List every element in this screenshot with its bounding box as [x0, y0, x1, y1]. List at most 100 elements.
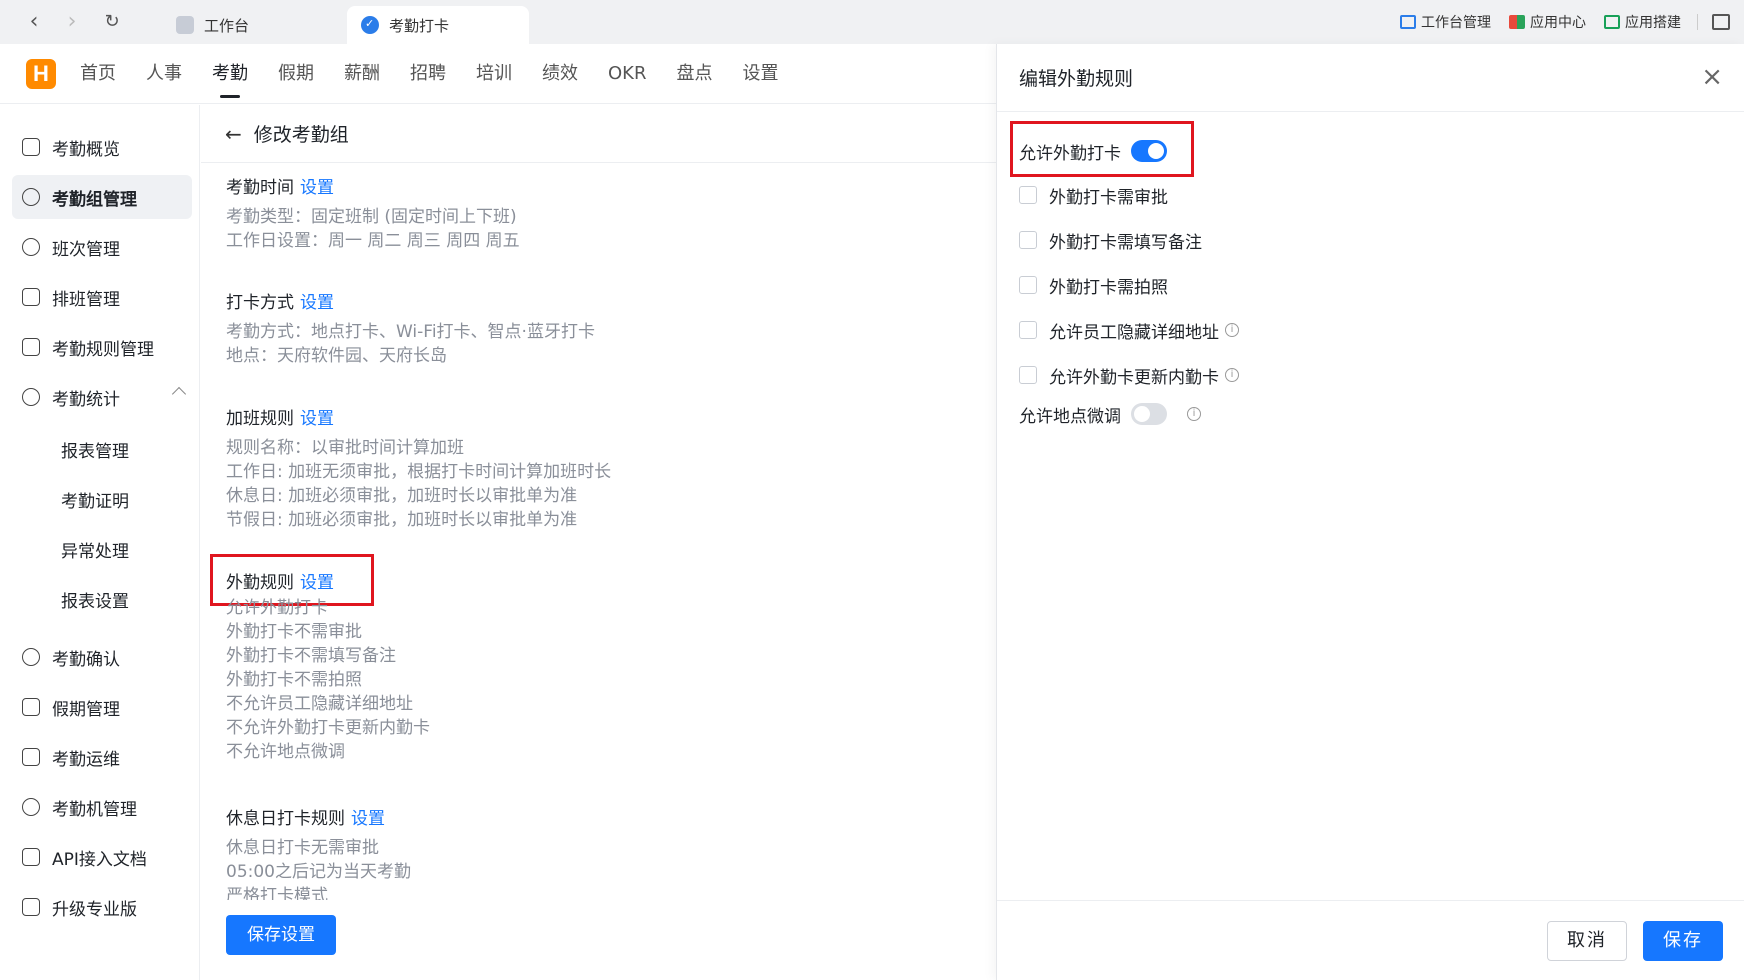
forward-icon[interactable]: › — [60, 10, 84, 34]
chevron-up-icon — [171, 386, 187, 402]
overtime-rule-settings-link[interactable]: 设置 — [300, 404, 334, 429]
tab-label: 工作台 — [204, 16, 250, 35]
reload-icon[interactable]: ↻ — [100, 10, 124, 34]
section-line: 严格打卡模式 — [226, 886, 328, 900]
nav-hr[interactable]: 人事 — [146, 44, 182, 104]
attendance-time-settings-link[interactable]: 设置 — [300, 173, 334, 198]
drawer-footer: 取消 保存 — [997, 900, 1744, 980]
user-icon — [22, 188, 40, 206]
section-overtime-rule: 加班规则 设置 规则名称：以审批时间计算加班 工作日: 加班无须审批，根据打卡时… — [226, 402, 611, 532]
sidebar-sub-report-manage[interactable]: 报表管理 — [61, 437, 129, 467]
info-icon[interactable]: i — [1225, 323, 1239, 337]
section-line: 考勤方式：地点打卡、Wi-Fi打卡、智点·蓝牙打卡 — [226, 322, 595, 342]
option-label: 允许员工隐藏详细地址 — [1049, 322, 1219, 343]
top-nav: 首页 人事 考勤 假期 薪酬 招聘 培训 绩效 OKR 盘点 设置 — [80, 44, 808, 104]
allow-field-checkin-toggle[interactable] — [1131, 140, 1167, 162]
info-icon[interactable]: i — [1187, 407, 1201, 421]
nav-inventory[interactable]: 盘点 — [676, 44, 712, 104]
open-external-icon[interactable] — [1712, 14, 1730, 30]
nav-settings[interactable]: 设置 — [742, 44, 778, 104]
sidebar-item-api-docs[interactable]: API接入文档 — [12, 835, 192, 879]
drawer-header: 编辑外勤规则 × — [997, 44, 1744, 112]
info-icon[interactable]: i — [1225, 368, 1239, 382]
nav-home[interactable]: 首页 — [80, 44, 116, 104]
section-line: 节假日: 加班必须审批，加班时长以审批单为准 — [226, 510, 578, 530]
section-attendance-time: 考勤时间 设置 考勤类型：固定班制 (固定时间上下班) 工作日设置：周一 周二 … — [226, 171, 520, 253]
sidebar-sub-attendance-proof[interactable]: 考勤证明 — [61, 487, 129, 517]
require-approval-checkbox[interactable] — [1019, 186, 1037, 204]
nav-recruit[interactable]: 招聘 — [410, 44, 446, 104]
user-check-icon — [22, 648, 40, 666]
option-update-internal[interactable]: 允许外勤卡更新内勤卡 i — [1019, 360, 1239, 390]
section-line: 外勤打卡不需拍照 — [226, 670, 362, 690]
option-hide-address[interactable]: 允许员工隐藏详细地址 i — [1019, 315, 1239, 345]
require-photo-checkbox[interactable] — [1019, 276, 1037, 294]
section-line: 地点：天府软件园、天府长岛 — [226, 346, 447, 366]
section-title: 打卡方式 — [226, 292, 294, 313]
sidebar-item-schedule-manage[interactable]: 排班管理 — [12, 275, 192, 319]
document-settings-icon — [22, 338, 40, 356]
nav-performance[interactable]: 绩效 — [542, 44, 578, 104]
umbrella-icon — [22, 698, 40, 716]
monitor-icon — [1400, 15, 1416, 29]
update-internal-checkbox[interactable] — [1019, 366, 1037, 384]
workbench-icon — [176, 16, 194, 34]
allow-field-checkin-row: 允许外勤打卡 — [1019, 136, 1167, 166]
option-require-photo[interactable]: 外勤打卡需拍照 — [1019, 270, 1168, 300]
tab-checkin[interactable]: 考勤打卡 — [347, 6, 529, 44]
sidebar-sub-report-settings[interactable]: 报表设置 — [61, 587, 129, 617]
sidebar-item-operations[interactable]: 考勤运维 — [12, 735, 192, 779]
save-button[interactable]: 保存 — [1643, 921, 1723, 961]
sidebar-item-device-manage[interactable]: 考勤机管理 — [12, 785, 192, 829]
monitor-pulse-icon — [22, 748, 40, 766]
save-settings-button[interactable]: 保存设置 — [226, 915, 336, 955]
cancel-button[interactable]: 取消 — [1547, 921, 1627, 961]
workbench-manage-link[interactable]: 工作台管理 — [1400, 12, 1491, 32]
app-center-link[interactable]: 应用中心 — [1509, 12, 1586, 32]
close-icon[interactable]: × — [1701, 64, 1723, 90]
sidebar-sub-exception-handle[interactable]: 异常处理 — [61, 537, 129, 567]
section-line: 外勤打卡不需填写备注 — [226, 646, 396, 666]
option-label: 外勤打卡需审批 — [1049, 187, 1168, 208]
sidebar-item-group-manage[interactable]: 考勤组管理 — [12, 175, 192, 219]
nav-leave[interactable]: 假期 — [278, 44, 314, 104]
section-title: 外勤规则 — [226, 572, 294, 593]
sidebar-item-leave-manage[interactable]: 假期管理 — [12, 685, 192, 729]
field-rule-settings-link[interactable]: 设置 — [300, 568, 334, 593]
app-builder-link[interactable]: 应用搭建 — [1604, 12, 1681, 32]
section-line: 05:00之后记为当天考勤 — [226, 862, 411, 882]
app-header: H 首页 人事 考勤 假期 薪酬 招聘 培训 绩效 OKR 盘点 设置 — [0, 44, 996, 104]
sidebar-item-statistics[interactable]: 考勤统计 — [12, 375, 192, 419]
section-title: 休息日打卡规则 — [226, 808, 345, 829]
nav-training[interactable]: 培训 — [476, 44, 512, 104]
back-icon[interactable]: ‹ — [22, 10, 46, 34]
section-line: 休息日: 加班必须审批，加班时长以审批单为准 — [226, 486, 578, 506]
back-arrow-icon[interactable]: ← — [225, 122, 242, 146]
rest-day-rule-settings-link[interactable]: 设置 — [351, 804, 385, 829]
sidebar-item-overview[interactable]: 考勤概览 — [12, 125, 192, 169]
hide-address-checkbox[interactable] — [1019, 321, 1037, 339]
option-require-remark[interactable]: 外勤打卡需填写备注 — [1019, 225, 1202, 255]
top-right-links: 工作台管理 应用中心 应用搭建 — [1382, 12, 1730, 32]
tab-workbench[interactable]: 工作台 — [170, 6, 340, 44]
sidebar-item-confirm[interactable]: 考勤确认 — [12, 635, 192, 679]
section-rest-day-rule: 休息日打卡规则 设置 休息日打卡无需审批 05:00之后记为当天考勤 严格打卡模… — [226, 802, 411, 901]
nav-attendance[interactable]: 考勤 — [212, 44, 248, 104]
sidebar-item-rule-manage[interactable]: 考勤规则管理 — [12, 325, 192, 369]
main-content: ← 修改考勤组 考勤时间 设置 考勤类型：固定班制 (固定时间上下班) 工作日设… — [201, 105, 996, 980]
sidebar: 考勤概览 考勤组管理 班次管理 排班管理 考勤规则管理 考勤统计 报表管理 考勤… — [0, 105, 200, 980]
section-line: 不允许员工隐藏详细地址 — [226, 694, 413, 714]
calendar-icon — [22, 288, 40, 306]
sidebar-item-shift-manage[interactable]: 班次管理 — [12, 225, 192, 269]
allow-location-adjust-toggle[interactable] — [1131, 403, 1167, 425]
require-remark-checkbox[interactable] — [1019, 231, 1037, 249]
browser-tab-bar: ‹ › ↻ 工作台 考勤打卡 工作台管理 应用中心 应用搭建 — [0, 0, 1744, 44]
section-line: 考勤类型：固定班制 (固定时间上下班) — [226, 207, 517, 227]
nav-okr[interactable]: OKR — [608, 44, 646, 104]
option-require-approval[interactable]: 外勤打卡需审批 — [1019, 180, 1168, 210]
code-icon — [1604, 15, 1620, 29]
nav-salary[interactable]: 薪酬 — [344, 44, 380, 104]
checkin-method-settings-link[interactable]: 设置 — [300, 288, 334, 313]
section-title: 加班规则 — [226, 408, 294, 429]
sidebar-item-upgrade[interactable]: 升级专业版 — [12, 885, 192, 929]
